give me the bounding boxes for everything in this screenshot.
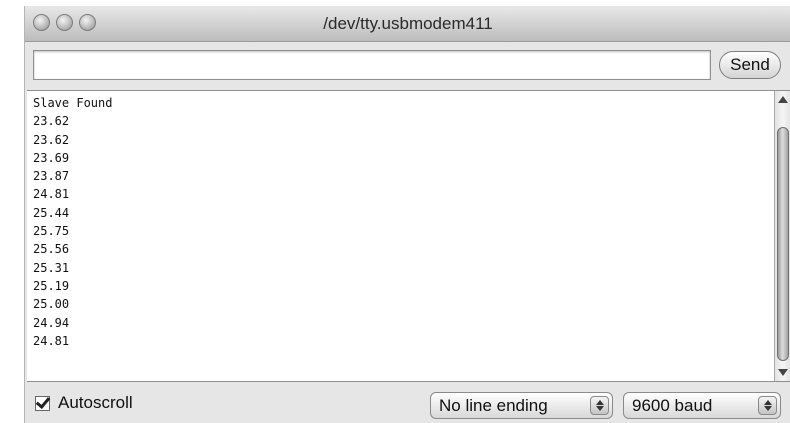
up-down-arrows-icon bbox=[758, 396, 777, 415]
up-down-arrows-icon bbox=[590, 396, 609, 415]
baud-rate-select[interactable]: 9600 baud bbox=[623, 392, 781, 419]
window-title: /dev/tty.usbmodem411 bbox=[323, 14, 493, 33]
send-button[interactable]: Send bbox=[719, 51, 781, 79]
output-line: 23.62 bbox=[33, 132, 70, 147]
line-ending-select[interactable]: No line ending bbox=[430, 392, 613, 419]
output-line: 23.87 bbox=[33, 169, 70, 184]
output-lines: Slave Found 23.62 23.62 23.69 23.87 24.8… bbox=[33, 94, 112, 350]
autoscroll-checkbox[interactable] bbox=[35, 396, 50, 411]
autoscroll-label[interactable]: Autoscroll bbox=[58, 393, 133, 413]
line-ending-value: No line ending bbox=[439, 396, 548, 415]
title-bar: /dev/tty.usbmodem411 bbox=[25, 6, 790, 42]
serial-monitor-window: /dev/tty.usbmodem411 Send Slave Found 23… bbox=[24, 6, 790, 423]
send-bar: Send bbox=[25, 42, 790, 88]
scroll-down-arrow-icon[interactable] bbox=[778, 369, 788, 376]
output-line: 23.69 bbox=[33, 150, 70, 165]
scrollbar-thumb[interactable] bbox=[777, 127, 789, 361]
output-line: 25.31 bbox=[33, 260, 70, 275]
baud-rate-value: 9600 baud bbox=[632, 396, 713, 415]
output-line: 25.44 bbox=[33, 205, 70, 220]
output-line: 25.75 bbox=[33, 224, 70, 239]
output-line: Slave Found bbox=[33, 96, 113, 110]
serial-input-field[interactable] bbox=[33, 50, 711, 80]
serial-output-area[interactable]: Slave Found 23.62 23.62 23.69 23.87 24.8… bbox=[27, 90, 790, 382]
output-line: 24.81 bbox=[33, 187, 70, 202]
output-line: 25.56 bbox=[33, 242, 70, 257]
output-line: 23.62 bbox=[33, 114, 70, 129]
output-line: 24.81 bbox=[33, 333, 70, 348]
output-line: 25.00 bbox=[33, 297, 70, 312]
vertical-scrollbar[interactable] bbox=[774, 91, 790, 381]
output-line: 25.19 bbox=[33, 278, 70, 293]
scroll-up-arrow-icon[interactable] bbox=[778, 96, 788, 103]
output-line: 24.94 bbox=[33, 315, 70, 330]
footer-bar: Autoscroll No line ending 9600 baud bbox=[25, 382, 790, 423]
